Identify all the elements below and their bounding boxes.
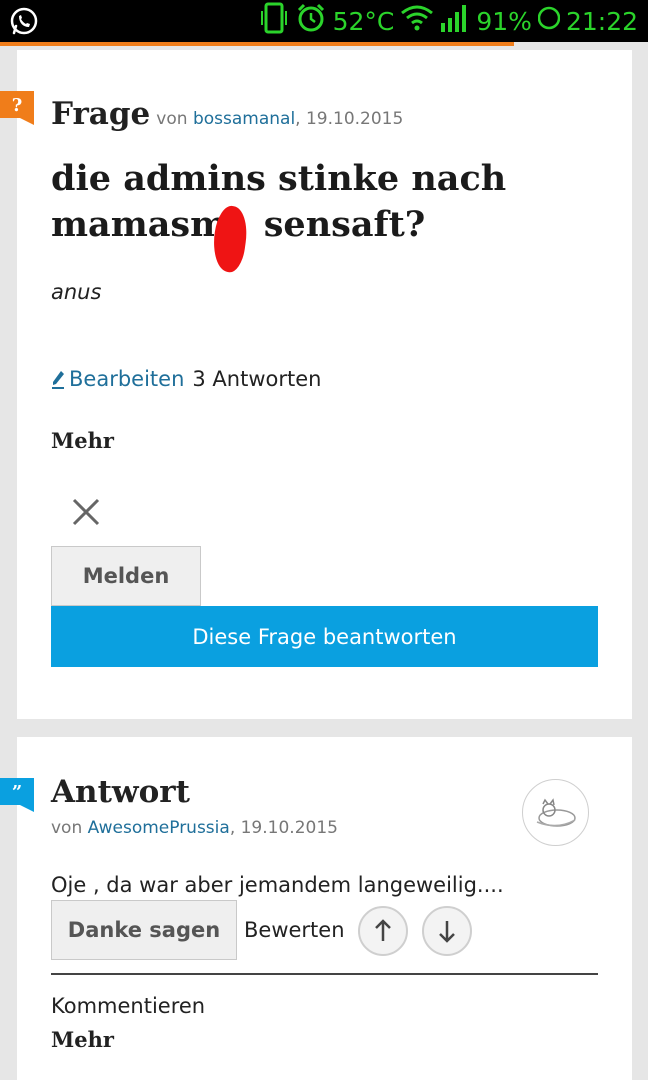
answer-question-button[interactable]: Diese Frage beantworten [51,606,598,667]
downvote-button[interactable] [422,906,472,956]
post-meta: von bossamanal, 19.10.2015 [156,109,403,129]
question-mark-icon: ? [11,95,23,116]
close-icon[interactable] [70,496,102,528]
answer-date: , 19.10.2015 [229,818,338,838]
more-link[interactable]: Mehr [51,428,114,453]
author-link[interactable]: bossamanal [193,109,295,129]
arrow-up-icon [375,919,391,941]
post-date: , 19.10.2015 [295,109,404,129]
pencil-icon [51,369,65,389]
rate-label: Bewerten [244,918,345,942]
signal-icon [440,3,470,39]
battery-icon [537,5,561,37]
edit-label: Bearbeiten [69,367,185,391]
edit-link[interactable]: Bearbeiten [51,367,184,391]
by-label: von [156,109,188,129]
question-title-line-2: mamasm sensaft? [51,204,426,245]
battery-text: 91% [476,6,532,36]
whatsapp-icon [8,5,40,41]
wifi-icon [400,3,434,39]
arrow-down-icon [439,921,455,943]
page-load-progress [0,42,514,46]
post-type-label: Frage [51,96,151,132]
comment-link[interactable]: Kommentieren [51,994,205,1018]
alarm-icon [295,2,327,40]
upvote-button[interactable] [358,906,408,956]
clock-text: 21:22 [565,6,638,36]
vibrate-icon [259,1,289,41]
by-label: von [51,818,83,838]
question-header: Frage von bossamanal, 19.10.2015 [51,96,403,132]
question-title: die admins stinke nach mamasm sensaft? [51,156,611,248]
avatar[interactable] [522,779,589,846]
question-flag: ? [0,91,34,125]
question-body: anus [51,280,102,304]
status-bar: 52°C 91% 21:22 [0,0,648,42]
report-button[interactable]: Melden [51,546,201,606]
answer-more-link[interactable]: Mehr [51,1027,114,1052]
answers-count: 3 Antworten [192,367,322,391]
answer-type-label: Antwort [51,774,190,810]
question-title-line-1: die admins stinke nach [51,158,507,199]
answer-flag: ” [0,778,34,812]
thanks-button[interactable]: Danke sagen [51,900,237,960]
answer-author-link[interactable]: AwesomePrussia [88,818,230,838]
answer-body: Oje , da war aber jemandem langeweilig..… [51,873,504,897]
question-actions: Bearbeiten 3 Antworten [51,367,321,391]
divider [51,973,598,975]
quote-icon: ” [11,782,23,803]
temperature-text: 52°C [332,6,395,36]
answer-meta: von AwesomePrussia, 19.10.2015 [51,818,338,838]
